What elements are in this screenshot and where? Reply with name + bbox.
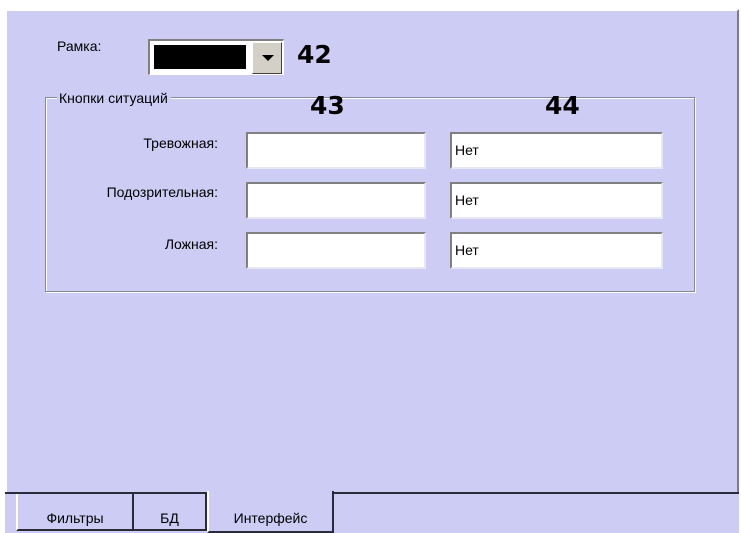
tab-filters[interactable]: Фильтры: [16, 494, 134, 531]
suspicious-label: Подозрительная:: [106, 184, 218, 200]
alarm-label: Тревожная:: [143, 135, 218, 151]
callout-42: 42: [297, 40, 332, 69]
tab-db[interactable]: БД: [134, 494, 207, 531]
callout-43: 43: [310, 91, 345, 120]
frame-color-swatch: [154, 45, 246, 69]
false-alarm-value-field[interactable]: Нет: [450, 232, 663, 269]
tab-bar: Фильтры БД Интерфейс: [5, 491, 739, 533]
chevron-down-icon[interactable]: [252, 42, 282, 74]
situation-buttons-legend: Кнопки ситуаций: [57, 90, 171, 106]
frame-color-select[interactable]: [148, 39, 284, 75]
suspicious-button-field[interactable]: [246, 182, 426, 219]
suspicious-value-field[interactable]: Нет: [450, 182, 663, 219]
alarm-value-field[interactable]: Нет: [450, 132, 663, 169]
tab-interface[interactable]: Интерфейс: [207, 491, 334, 533]
frame-label: Рамка:: [57, 38, 102, 54]
alarm-button-field[interactable]: [246, 132, 426, 169]
callout-44: 44: [545, 91, 580, 120]
false-alarm-button-field[interactable]: [246, 232, 426, 269]
false-alarm-label: Ложная:: [164, 236, 218, 252]
